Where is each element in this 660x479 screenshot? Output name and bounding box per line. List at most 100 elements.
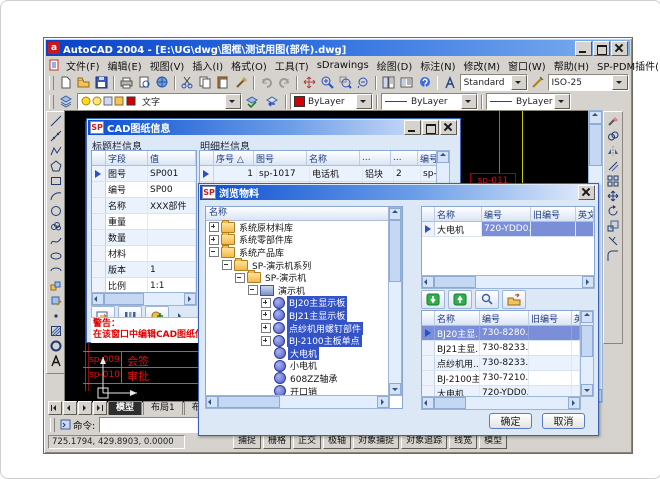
tree-item[interactable]: 系统零部件库	[206, 234, 402, 247]
text-style-combo[interactable]: Standard	[460, 74, 529, 91]
tree-vscrollbar[interactable]	[388, 207, 402, 396]
dialog-maximize-button[interactable]	[422, 120, 439, 135]
close-button[interactable]	[611, 41, 628, 56]
titleblock-hscrollbar[interactable]	[91, 292, 197, 306]
trim-icon[interactable]	[605, 233, 621, 248]
dialog-close-button[interactable]	[440, 120, 457, 135]
rotate-icon[interactable]	[605, 203, 621, 218]
linetype-combo[interactable]: ByLayer	[381, 93, 478, 110]
table-row[interactable]: 版本 1	[92, 262, 196, 278]
layer-previous-icon[interactable]	[263, 93, 282, 111]
next-tab-icon[interactable]	[78, 401, 92, 415]
menu-edit[interactable]: 编辑(E)	[104, 57, 146, 74]
polygon-icon[interactable]	[48, 158, 64, 173]
region-icon[interactable]	[48, 338, 64, 353]
menu-window[interactable]: 窗口(W)	[504, 57, 550, 74]
tree-item[interactable]: 大电机	[206, 347, 402, 360]
rectangle-icon[interactable]	[48, 173, 64, 188]
insert-block-icon[interactable]	[48, 278, 64, 293]
circle-icon[interactable]	[48, 203, 64, 218]
hatch-icon[interactable]	[48, 323, 64, 338]
tree-item[interactable]: 演示机	[206, 284, 402, 297]
table-row[interactable]: 材料	[92, 246, 196, 262]
offset-icon[interactable]	[605, 158, 621, 173]
table-row[interactable]: 点纱机用... 730-8233...	[422, 356, 580, 371]
menu-insert[interactable]: 插入(I)	[188, 57, 227, 74]
designcenter-icon[interactable]	[398, 74, 415, 92]
zoom-window-icon[interactable]	[337, 74, 354, 92]
tab-model[interactable]: 模型	[108, 401, 142, 415]
cancel-button[interactable]: 取消	[542, 413, 585, 429]
tree-item[interactable]: SP-演示机	[206, 271, 402, 284]
polyline-icon[interactable]	[48, 143, 64, 158]
last-tab-icon[interactable]	[93, 401, 107, 415]
layer-combo[interactable]: 文字	[77, 93, 242, 110]
bottom-table-hscrollbar[interactable]	[421, 396, 581, 410]
table-row[interactable]: BJ20主显... 730-8280...	[422, 326, 580, 341]
tree-item[interactable]: SP-演示机系列	[206, 259, 402, 272]
minimize-button[interactable]	[575, 41, 592, 56]
column-header[interactable]: 旧编号	[531, 207, 576, 221]
paste-icon[interactable]	[215, 74, 232, 92]
maximize-button[interactable]	[593, 41, 610, 56]
erase-icon[interactable]	[605, 113, 621, 128]
mtext-icon[interactable]	[48, 353, 64, 368]
fillet-icon[interactable]	[605, 248, 621, 263]
column-header[interactable]: 名称	[435, 207, 482, 221]
column-header[interactable]: 旧编号	[529, 311, 572, 325]
menu-help[interactable]: 帮助(H)	[550, 57, 593, 74]
column-header[interactable]: 字段	[106, 151, 148, 165]
toggle-polar[interactable]: 极轴	[323, 434, 351, 449]
plot-icon[interactable]	[118, 74, 135, 92]
menu-dimension[interactable]: 标注(N)	[416, 57, 459, 74]
move-icon[interactable]	[605, 188, 621, 203]
save-icon[interactable]	[93, 74, 110, 92]
tree-item[interactable]: 608ZZ轴承	[206, 372, 402, 385]
tree-item[interactable]: BJ20主显示板	[206, 297, 402, 310]
toggle-snap[interactable]: 捕捉	[233, 434, 261, 449]
menu-view[interactable]: 视图(V)	[146, 57, 189, 74]
tree-item[interactable]: 系统原材料库	[206, 221, 402, 234]
menu-sp-pdm[interactable]: SP-PDM插件(P)	[593, 57, 660, 74]
lineweight-combo[interactable]: ByLayer	[486, 93, 571, 110]
tree-hscrollbar[interactable]	[205, 395, 390, 409]
menu-file[interactable]: 文件(F)	[62, 57, 104, 74]
open-file-icon[interactable]	[75, 74, 92, 92]
properties-icon[interactable]	[380, 74, 397, 92]
line-icon[interactable]	[48, 113, 64, 128]
dialog-minimize-button[interactable]	[404, 120, 421, 135]
dim-style-combo[interactable]: ISO-25	[548, 74, 629, 91]
plot-preview-icon[interactable]	[136, 74, 153, 92]
table-row[interactable]: 大电机 720-YDD0...	[422, 222, 594, 237]
top-table-hscrollbar[interactable]	[421, 275, 595, 289]
color-combo[interactable]: ByLayer	[290, 93, 373, 110]
array-icon[interactable]	[605, 173, 621, 188]
toggle-model[interactable]: 模型	[479, 434, 507, 449]
search-icon[interactable]	[475, 290, 499, 309]
tree-item[interactable]: BJ-2100主板单点	[206, 334, 402, 347]
menu-modify[interactable]: 修改(M)	[460, 57, 504, 74]
make-layer-current-icon[interactable]	[243, 93, 262, 111]
make-block-icon[interactable]	[48, 293, 64, 308]
toggle-grid[interactable]: 栅格	[263, 434, 291, 449]
column-header[interactable]: 英文名称	[576, 207, 594, 221]
match-properties-icon[interactable]	[233, 74, 250, 92]
table-row[interactable]: 图号 SP001	[92, 166, 196, 182]
command-grip[interactable]	[50, 418, 55, 432]
menu-tools[interactable]: 工具(T)	[271, 57, 313, 74]
column-header[interactable]: ...	[360, 151, 391, 165]
column-header[interactable]: 名称	[435, 311, 480, 325]
column-header[interactable]: 名称	[307, 151, 360, 165]
prev-tab-icon[interactable]	[63, 401, 77, 415]
cut-icon[interactable]	[179, 74, 196, 92]
undo-icon[interactable]	[258, 74, 275, 92]
mirror-icon[interactable]	[605, 143, 621, 158]
layer-manager-icon[interactable]	[57, 93, 76, 111]
copy-icon[interactable]	[197, 74, 214, 92]
toolbar-grip[interactable]	[49, 76, 54, 90]
tab-layout1[interactable]: 布局1	[143, 401, 183, 415]
zoom-realtime-icon[interactable]	[319, 74, 336, 92]
column-header[interactable]: 编号	[480, 311, 529, 325]
ellipse-arc-icon[interactable]	[48, 263, 64, 278]
column-header[interactable]: 值	[148, 151, 196, 165]
